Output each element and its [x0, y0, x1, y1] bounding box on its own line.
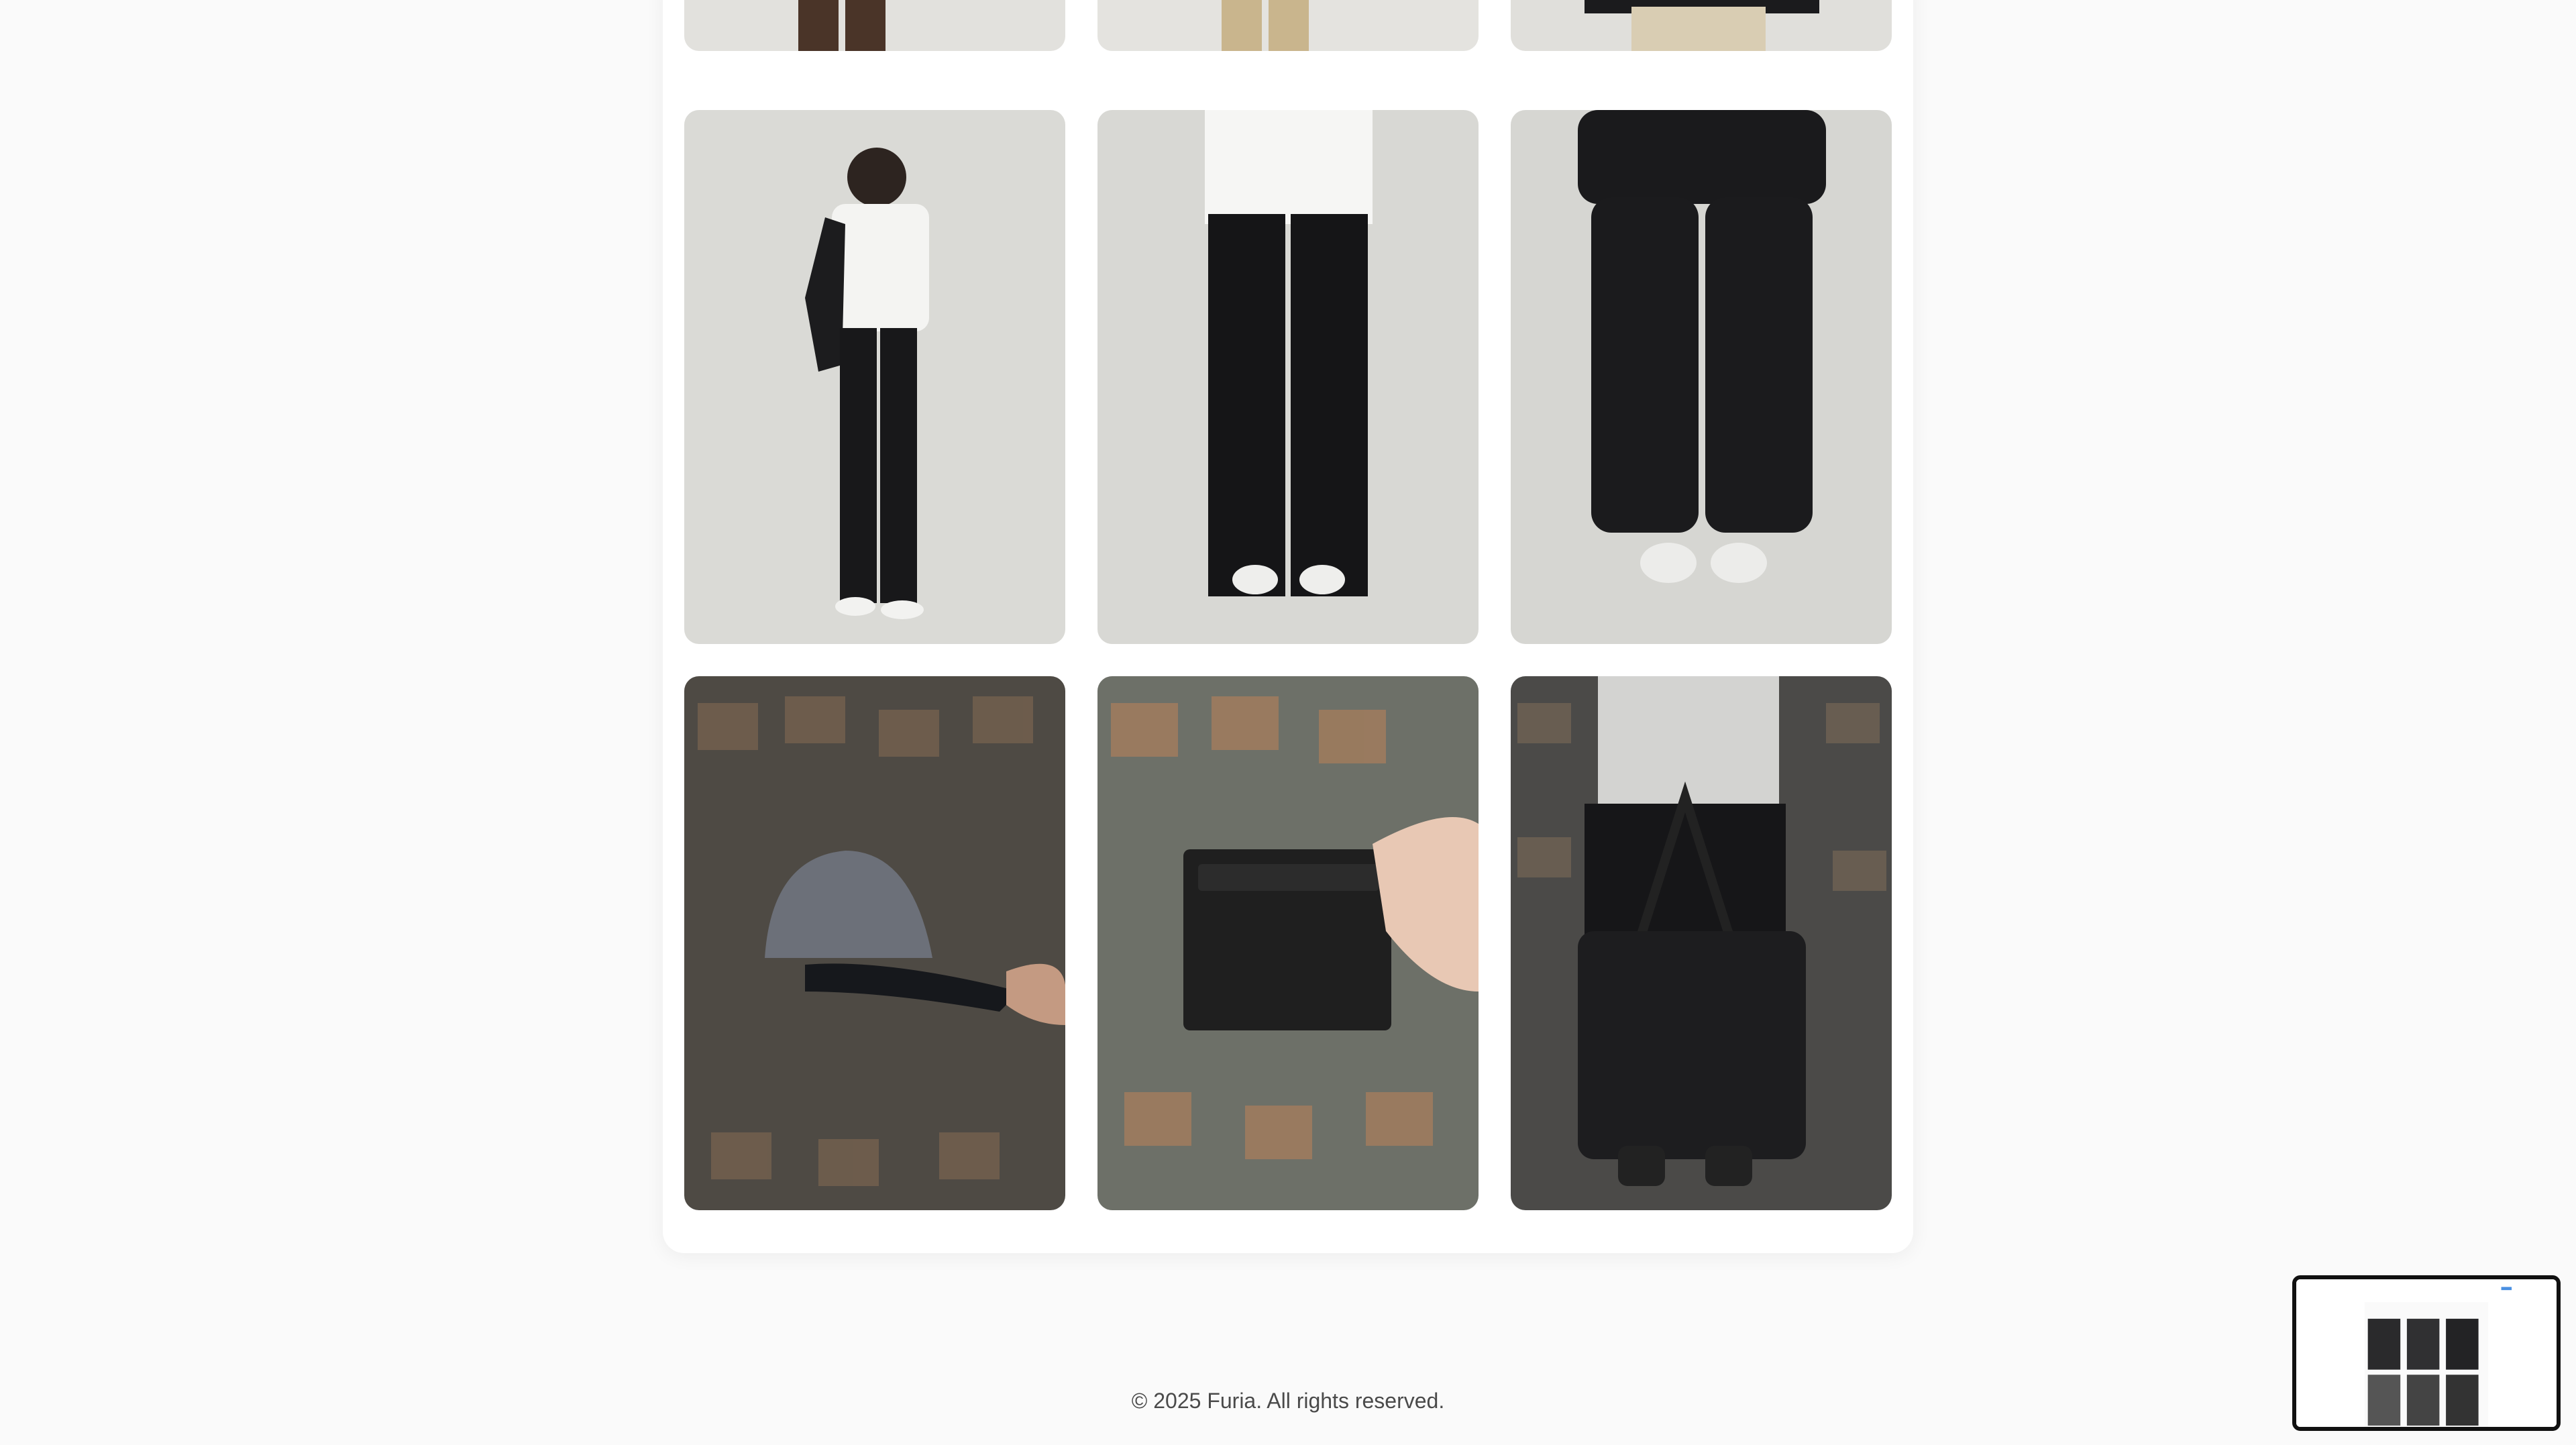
gallery-photo-leather-card-holder[interactable] [1097, 676, 1479, 1210]
gallery-photo-beige-chinos[interactable] [1097, 0, 1479, 51]
gallery-photo-black-tote-bag[interactable] [1511, 676, 1892, 1210]
gallery-photo-curly-hair-model-black-trousers[interactable] [684, 110, 1065, 644]
gallery-photo-grey-cap[interactable] [684, 676, 1065, 1210]
page-minimap[interactable] [2292, 1275, 2561, 1431]
gallery-photo-black-cargo-joggers[interactable] [1511, 110, 1892, 644]
gallery-photo-brown-trousers[interactable] [684, 0, 1065, 51]
footer-copyright: © 2025 Furia. All rights reserved. [1131, 1389, 1445, 1413]
gallery-photo-black-pleated-trousers[interactable] [1097, 110, 1479, 644]
gallery-photo-black-hoodie-beige-pants[interactable] [1511, 0, 1892, 51]
gallery-card [663, 0, 1913, 1253]
